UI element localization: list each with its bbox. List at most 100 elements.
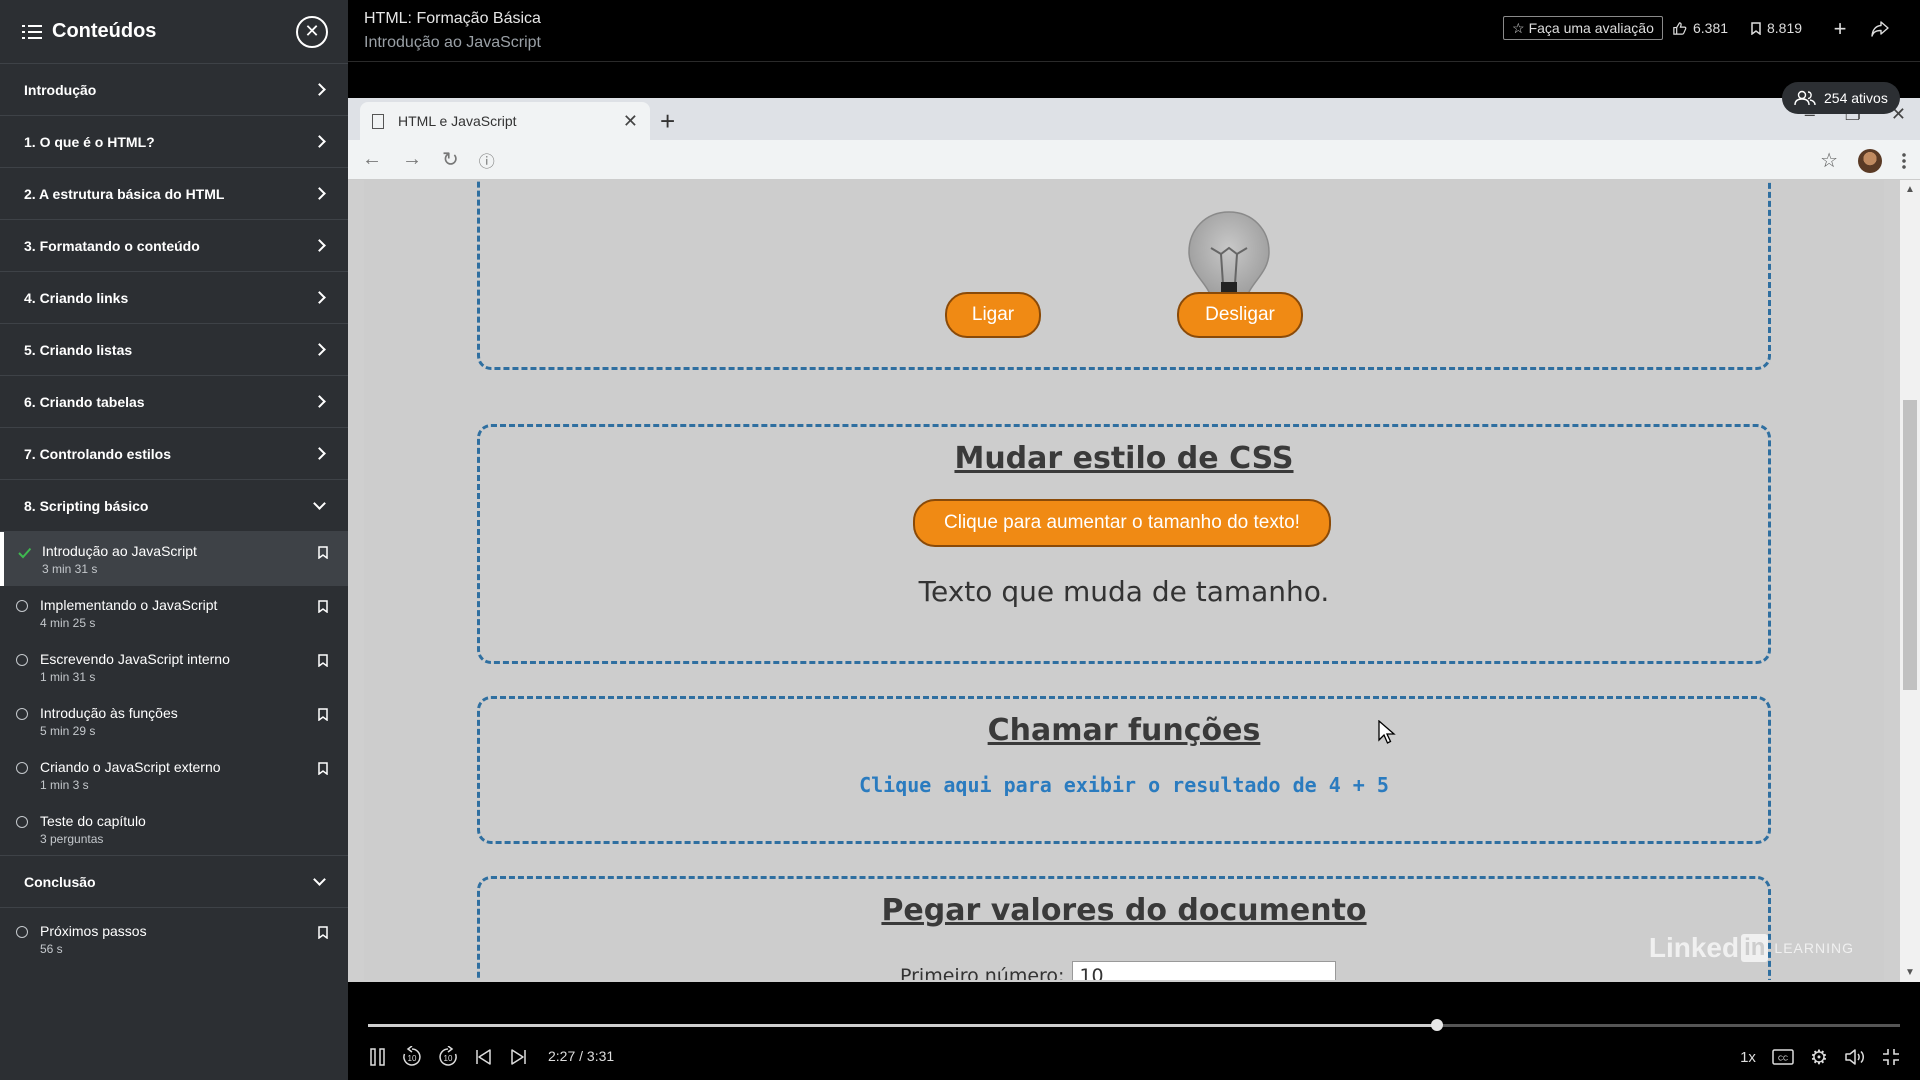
- increase-text-size-button[interactable]: Clique para aumentar o tamanho do texto!: [913, 499, 1331, 547]
- list-icon: [22, 24, 42, 40]
- document-values-section: Pegar valores do documento Primeiro núme…: [477, 876, 1771, 980]
- bookmark-icon[interactable]: [318, 654, 328, 667]
- video-item-chapter-quiz[interactable]: Teste do capítulo 3 perguntas: [0, 802, 348, 856]
- chapter-1[interactable]: 1. O que é o HTML?: [0, 116, 348, 168]
- chapter-8[interactable]: 8. Scripting básico: [0, 480, 348, 532]
- close-icon: ✕: [622, 110, 638, 131]
- chapter-7[interactable]: 7. Controlando estilos: [0, 428, 348, 480]
- player-controls: 10 10 2:27 / 3:31 1x CC ⚙: [348, 982, 1920, 1080]
- demo-web-page: Ligar Desligar Mudar estilo de CSS Cliqu…: [364, 180, 1884, 980]
- chevron-right-icon: [313, 187, 326, 200]
- video-item-functions[interactable]: Introdução às funções 5 min 29 s: [0, 694, 348, 748]
- chapter-conclusion[interactable]: Conclusão: [0, 856, 348, 908]
- status-circle-icon: [16, 600, 28, 612]
- gear-icon: ⚙: [1810, 1046, 1828, 1069]
- light-on-button[interactable]: Ligar: [945, 292, 1041, 338]
- chevron-right-icon: [313, 395, 326, 408]
- exit-fullscreen-icon: [1883, 1049, 1899, 1065]
- scroll-down-icon: ▼: [1905, 967, 1915, 978]
- bookmark-icon[interactable]: [318, 762, 328, 775]
- chapter-label: 7. Controlando estilos: [24, 445, 172, 462]
- progress-bar[interactable]: [368, 1019, 1900, 1031]
- chapter-4[interactable]: 4. Criando links: [0, 272, 348, 324]
- active-viewers-badge[interactable]: 254 ativos: [1782, 82, 1900, 114]
- bookmark-icon[interactable]: [318, 708, 328, 721]
- bookmark-icon: [1751, 21, 1761, 35]
- video-item-intro-js[interactable]: Introdução ao JavaScript 3 min 31 s: [0, 532, 348, 586]
- people-icon: [1794, 90, 1816, 106]
- video-title: Introdução ao JavaScript: [364, 34, 541, 51]
- share-button[interactable]: [1867, 16, 1893, 42]
- course-title[interactable]: HTML: Formação Básica: [364, 10, 541, 28]
- browser-toolbar: ← → ↻ ⓘ ☆: [348, 140, 1920, 180]
- next-video-button[interactable]: [506, 1042, 532, 1072]
- avatar: [1858, 148, 1882, 173]
- pause-button[interactable]: [366, 1042, 390, 1072]
- video-duration: 56 s: [40, 942, 63, 956]
- chapter-2[interactable]: 2. A estrutura básica do HTML: [0, 168, 348, 220]
- video-item-external-js[interactable]: Criando o JavaScript externo 1 min 3 s: [0, 748, 348, 802]
- previous-video-button[interactable]: [470, 1042, 496, 1072]
- rate-course-button[interactable]: ☆ Faça uma avaliação: [1503, 16, 1663, 40]
- exit-fullscreen-button[interactable]: [1876, 1042, 1906, 1072]
- video-duration: 3 min 31 s: [42, 562, 98, 576]
- watermark-text: Linked: [1648, 932, 1740, 963]
- chapter-intro[interactable]: Introdução: [0, 64, 348, 116]
- video-frame[interactable]: HTML e JavaScript ✕ + – ❐ ✕ ← → ↻ ⓘ ☆ Li…: [348, 98, 1920, 982]
- likes-counter[interactable]: 6.381: [1672, 20, 1728, 36]
- video-item-next-steps[interactable]: Próximos passos 56 s: [0, 912, 348, 966]
- progress-handle[interactable]: [1431, 1019, 1444, 1031]
- volume-button[interactable]: [1840, 1042, 1870, 1072]
- chapter-6[interactable]: 6. Criando tabelas: [0, 376, 348, 428]
- first-number-input[interactable]: [1072, 961, 1337, 980]
- plus-icon: +: [1833, 16, 1847, 41]
- chapter-label: Introdução: [24, 81, 97, 98]
- video-title: Teste do capítulo: [40, 813, 146, 829]
- show-result-link[interactable]: Clique aqui para exibir o resultado de 4…: [480, 773, 1768, 797]
- bookmark-icon[interactable]: [318, 546, 328, 559]
- rewind-10-button[interactable]: 10: [398, 1042, 426, 1072]
- checkmark-icon: [18, 547, 32, 559]
- video-title: Introdução ao JavaScript: [42, 543, 197, 559]
- video-title: Criando o JavaScript externo: [40, 759, 221, 775]
- settings-button[interactable]: ⚙: [1804, 1042, 1834, 1072]
- chapter-label: 8. Scripting básico: [24, 497, 149, 514]
- star-icon: ☆: [1512, 19, 1525, 36]
- chapter-3[interactable]: 3. Formatando o conteúdo: [0, 220, 348, 272]
- chapter-5[interactable]: 5. Criando listas: [0, 324, 348, 376]
- captions-button[interactable]: CC: [1768, 1042, 1798, 1072]
- page-scrollbar: ▲ ▼: [1900, 180, 1920, 982]
- chevron-right-icon: [313, 447, 326, 460]
- video-item-implement-js[interactable]: Implementando o JavaScript 4 min 25 s: [0, 586, 348, 640]
- close-sidebar-button[interactable]: ✕: [296, 15, 328, 48]
- saves-counter[interactable]: 8.819: [1751, 20, 1802, 36]
- add-to-collection-button[interactable]: +: [1827, 16, 1853, 42]
- bookmark-icon[interactable]: [318, 600, 328, 613]
- document-icon: [372, 113, 384, 129]
- bookmark-icon[interactable]: [318, 926, 328, 939]
- playback-speed-button[interactable]: 1x: [1734, 1042, 1762, 1072]
- top-bar: HTML: Formação Básica Introdução ao Java…: [348, 0, 1920, 62]
- status-circle-icon: [16, 762, 28, 774]
- chapter-label: 4. Criando links: [24, 289, 129, 306]
- active-viewers-count: 254 ativos: [1824, 90, 1888, 106]
- video-item-internal-js[interactable]: Escrevendo JavaScript interno 1 min 31 s: [0, 640, 348, 694]
- light-off-button[interactable]: Desligar: [1177, 292, 1303, 338]
- section-title: Chamar funções: [987, 713, 1261, 748]
- status-circle-icon: [16, 816, 28, 828]
- call-functions-section: Chamar funções Clique aqui para exibir o…: [477, 696, 1771, 844]
- chevron-right-icon: [313, 239, 326, 252]
- css-style-section: Mudar estilo de CSS Clique para aumentar…: [477, 424, 1771, 664]
- first-number-label: Primeiro número:: [900, 965, 1065, 980]
- chapter-label: 2. A estrutura básica do HTML: [24, 185, 225, 202]
- saves-count: 8.819: [1767, 20, 1803, 36]
- forward-10-button[interactable]: 10: [434, 1042, 462, 1072]
- status-circle-icon: [16, 926, 28, 938]
- linkedin-learning-watermark: Linked in LEARNING: [1649, 932, 1854, 964]
- sidebar-header: Conteúdos ✕: [0, 0, 348, 64]
- mouse-cursor-icon: [1378, 720, 1396, 744]
- forward-arrow-icon: →: [402, 148, 422, 170]
- svg-text:10: 10: [408, 1054, 417, 1063]
- video-duration: 5 min 29 s: [40, 724, 96, 738]
- chevron-right-icon: [313, 291, 326, 304]
